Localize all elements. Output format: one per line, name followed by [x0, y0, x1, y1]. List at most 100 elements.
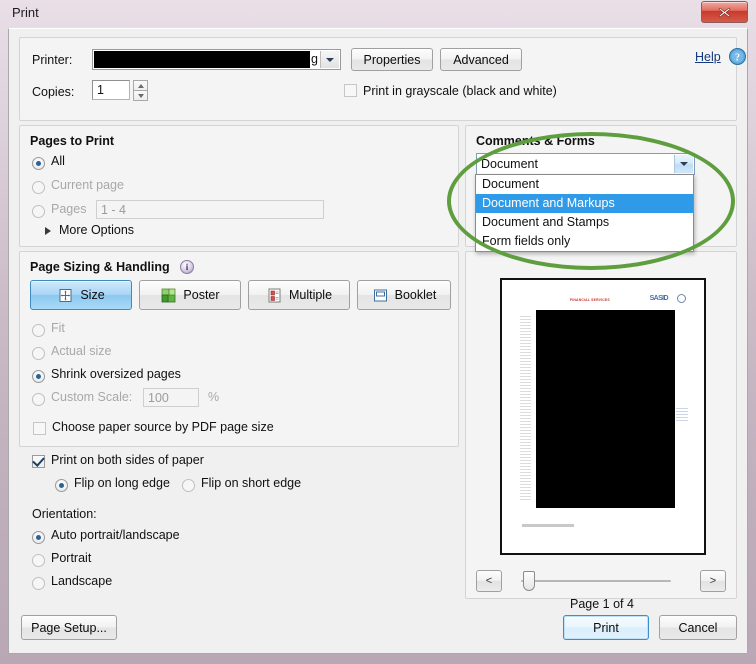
dialog-body: Printer: g Properties Advanced Help ? Co…: [8, 28, 748, 654]
print-dialog-window: Print Printer: g Properties Advanced Hel…: [0, 0, 756, 664]
printer-label: Printer:: [32, 53, 73, 67]
radio-landscape-label: Landscape: [51, 574, 113, 588]
chevron-down-icon: [680, 162, 688, 166]
radio-flip-short-edge[interactable]: [182, 479, 195, 492]
page-slider-thumb[interactable]: [523, 571, 535, 591]
preview-header-text: FINANCIAL SERVICES: [570, 298, 610, 302]
radio-current-page-label: Current page: [51, 178, 124, 192]
multiple-mode-button[interactable]: Multiple: [248, 280, 350, 310]
both-sides-checkbox[interactable]: [32, 455, 45, 468]
orientation-title: Orientation:: [32, 507, 97, 521]
cancel-button[interactable]: Cancel: [659, 615, 737, 640]
paper-source-checkbox[interactable]: [33, 422, 46, 435]
preview-redaction-block: [536, 310, 675, 508]
preview-footer-line: [522, 524, 574, 527]
booklet-mode-label: Booklet: [394, 288, 437, 302]
grayscale-checkbox[interactable]: [344, 84, 357, 97]
chevron-down-icon: [326, 57, 334, 62]
radio-pages-all[interactable]: [32, 157, 45, 170]
title-bar: Print: [0, 0, 756, 28]
comments-forms-selected-value: Document: [481, 157, 538, 171]
chevron-right-icon[interactable]: [45, 227, 51, 235]
paper-source-label: Choose paper source by PDF page size: [52, 420, 274, 434]
radio-flip-long-edge[interactable]: [55, 479, 68, 492]
page-preview: FINANCIAL SERVICES SASID: [500, 278, 706, 555]
duplex-orientation-section: Print on both sides of paper Flip on lon…: [19, 451, 459, 599]
page-slider-track[interactable]: [521, 580, 671, 582]
radio-flip-short-edge-label: Flip on short edge: [201, 476, 302, 490]
poster-mode-label: Poster: [183, 288, 220, 302]
comments-forms-title: Comments & Forms: [476, 134, 595, 148]
both-sides-label: Print on both sides of paper: [51, 453, 204, 467]
close-button[interactable]: [701, 1, 748, 23]
pages-to-print-group: Pages to Print All Current page Pages 1 …: [19, 125, 459, 247]
size-mode-label: Size: [80, 288, 105, 302]
next-page-button[interactable]: >: [700, 570, 726, 592]
preview-logo-text: SASID: [649, 295, 669, 302]
radio-shrink-oversized[interactable]: [32, 370, 45, 383]
caret-up-icon: [137, 84, 144, 88]
properties-button[interactable]: Properties: [351, 48, 433, 71]
page-status-label: Page 1 of 4: [570, 597, 634, 611]
radio-fit-label: Fit: [51, 321, 65, 335]
printer-name-suffix: g: [311, 52, 318, 66]
radio-actual-size-label: Actual size: [51, 344, 112, 358]
print-button[interactable]: Print: [563, 615, 649, 640]
dropdown-option-form-fields-only[interactable]: Form fields only: [476, 232, 693, 251]
printer-name-redaction: [94, 51, 310, 68]
help-icon[interactable]: ?: [729, 48, 746, 65]
preview-logo-badge-icon: [677, 294, 686, 303]
preview-right-marks: [676, 408, 688, 422]
caret-down-icon: [137, 93, 144, 98]
radio-custom-scale-label: Custom Scale:: [51, 390, 133, 404]
radio-custom-scale[interactable]: [32, 393, 45, 406]
booklet-icon: [373, 289, 387, 301]
printer-select-arrow[interactable]: [320, 51, 339, 68]
info-icon[interactable]: i: [180, 260, 194, 274]
copies-label: Copies:: [32, 85, 75, 99]
page-setup-button[interactable]: Page Setup...: [21, 615, 117, 640]
window-title: Print: [12, 5, 39, 20]
preview-page-sheet: FINANCIAL SERVICES SASID: [512, 288, 694, 545]
percent-label: %: [208, 390, 220, 404]
radio-current-page[interactable]: [32, 181, 45, 194]
copies-input[interactable]: 1: [92, 80, 130, 100]
pages-range-input[interactable]: 1 - 4: [96, 200, 324, 219]
radio-portrait[interactable]: [32, 554, 45, 567]
comments-forms-select[interactable]: Document: [476, 153, 695, 175]
booklet-mode-button[interactable]: Booklet: [357, 280, 451, 310]
grayscale-label: Print in grayscale (black and white): [363, 84, 557, 98]
poster-mode-button[interactable]: Poster: [139, 280, 241, 310]
dropdown-option-document[interactable]: Document: [476, 175, 693, 194]
radio-pages-range-label: Pages: [51, 202, 87, 216]
radio-fit[interactable]: [32, 324, 45, 337]
dropdown-option-document-and-stamps[interactable]: Document and Stamps: [476, 213, 693, 232]
page-sizing-title: Page Sizing & Handling: [30, 260, 170, 274]
preview-document: FINANCIAL SERVICES SASID: [502, 280, 704, 553]
help-link[interactable]: Help: [695, 50, 721, 64]
dropdown-option-document-and-markups[interactable]: Document and Markups: [476, 194, 693, 213]
poster-icon: [162, 288, 176, 302]
advanced-button[interactable]: Advanced: [440, 48, 522, 71]
comments-forms-arrow[interactable]: [674, 155, 693, 173]
more-options-link[interactable]: More Options: [59, 223, 134, 237]
radio-pages-all-label: All: [51, 154, 65, 168]
radio-auto-orientation-label: Auto portrait/landscape: [51, 528, 180, 542]
radio-auto-orientation[interactable]: [32, 531, 45, 544]
radio-shrink-oversized-label: Shrink oversized pages: [51, 367, 181, 381]
multiple-icon: [268, 288, 281, 302]
size-mode-button[interactable]: Size: [30, 280, 132, 310]
comments-forms-dropdown-list[interactable]: Document Document and Markups Document a…: [475, 174, 694, 252]
size-icon: [59, 288, 72, 302]
svg-text:?: ?: [735, 52, 740, 63]
copies-spinner-down[interactable]: [133, 90, 148, 101]
custom-scale-input[interactable]: 100: [143, 388, 199, 407]
radio-pages-range[interactable]: [32, 205, 45, 218]
printer-select[interactable]: g: [92, 49, 341, 70]
printer-group: Printer: g Properties Advanced Help ? Co…: [19, 37, 746, 121]
radio-actual-size[interactable]: [32, 347, 45, 360]
multiple-mode-label: Multiple: [288, 288, 333, 302]
pages-to-print-title: Pages to Print: [30, 134, 115, 148]
radio-landscape[interactable]: [32, 577, 45, 590]
prev-page-button[interactable]: <: [476, 570, 502, 592]
